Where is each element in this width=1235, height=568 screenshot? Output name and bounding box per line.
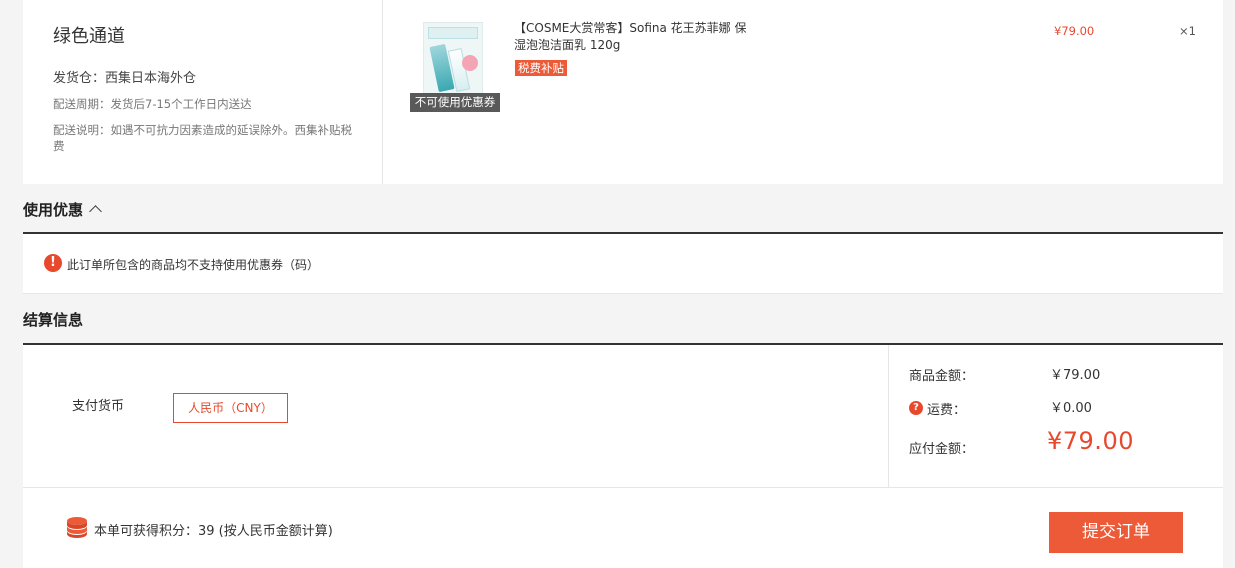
channel-info: 绿色通道 发货仓：西集日本海外仓 配送周期：发货后7-15个工作日内送达 配送说… [23, 0, 383, 184]
product-quantity: ×1 [1179, 24, 1196, 38]
points-and-submit-bar: 本单可获得积分：39 (按人民币金额计算) 提交订单 [23, 487, 1223, 568]
alert-icon: ! [44, 254, 62, 272]
coupon-box: ! 此订单所包含的商品均不支持使用优惠券（码） [23, 232, 1223, 294]
reward-points-text: 本单可获得积分：39 (按人民币金额计算) [94, 524, 333, 539]
product-thumbnail[interactable]: 不可使用优惠券 [410, 20, 500, 112]
help-icon[interactable]: ? [909, 401, 923, 415]
goods-amount-label: 商品金额： [909, 369, 975, 384]
coins-icon [67, 517, 87, 538]
chevron-up-icon [89, 205, 102, 218]
tax-subsidy-badge: 税费补贴 [515, 60, 567, 76]
coupon-section-toggle[interactable]: 使用优惠 [23, 199, 102, 220]
settlement-heading: 结算信息 [23, 311, 84, 329]
shipping-amount-value: ￥0.00 [1050, 401, 1092, 416]
coupon-section-heading: 使用优惠 [23, 201, 84, 219]
settlement-box: 支付货币 人民币（CNY） 商品金额： ￥79.00 ? 运费： ￥0.00 应… [23, 343, 1223, 568]
payable-amount-label: 应付金额： [909, 442, 975, 457]
coupon-unavailable-message: 此订单所包含的商品均不支持使用优惠券（码） [67, 258, 320, 272]
shipping-label: 运费： [927, 403, 967, 418]
product-name-link[interactable]: 【COSME大赏常客】Sofina 花王苏菲娜 保湿泡泡洁面乳 120g [514, 20, 754, 54]
currency-option-cny[interactable]: 人民币（CNY） [173, 393, 288, 423]
currency-label: 支付货币 [72, 399, 125, 414]
channel-panel: 绿色通道 发货仓：西集日本海外仓 配送周期：发货后7-15个工作日内送达 配送说… [23, 0, 1223, 184]
no-coupon-ribbon: 不可使用优惠券 [410, 93, 500, 112]
delivery-note: 配送说明：如遇不可抗力因素造成的延误除外。西集补贴税费 [53, 123, 352, 153]
product-image [423, 22, 483, 94]
warehouse-info: 发货仓：西集日本海外仓 [53, 71, 197, 86]
channel-title: 绿色通道 [53, 26, 125, 47]
currency-panel: 支付货币 人民币（CNY） [23, 345, 889, 487]
goods-amount-value: ￥79.00 [1050, 368, 1101, 383]
submit-order-button[interactable]: 提交订单 [1049, 512, 1183, 553]
payable-amount-value: ¥79.00 [1047, 427, 1134, 455]
product-price: ¥79.00 [1054, 24, 1095, 38]
delivery-period: 配送周期：发货后7-15个工作日内送达 [53, 97, 252, 111]
